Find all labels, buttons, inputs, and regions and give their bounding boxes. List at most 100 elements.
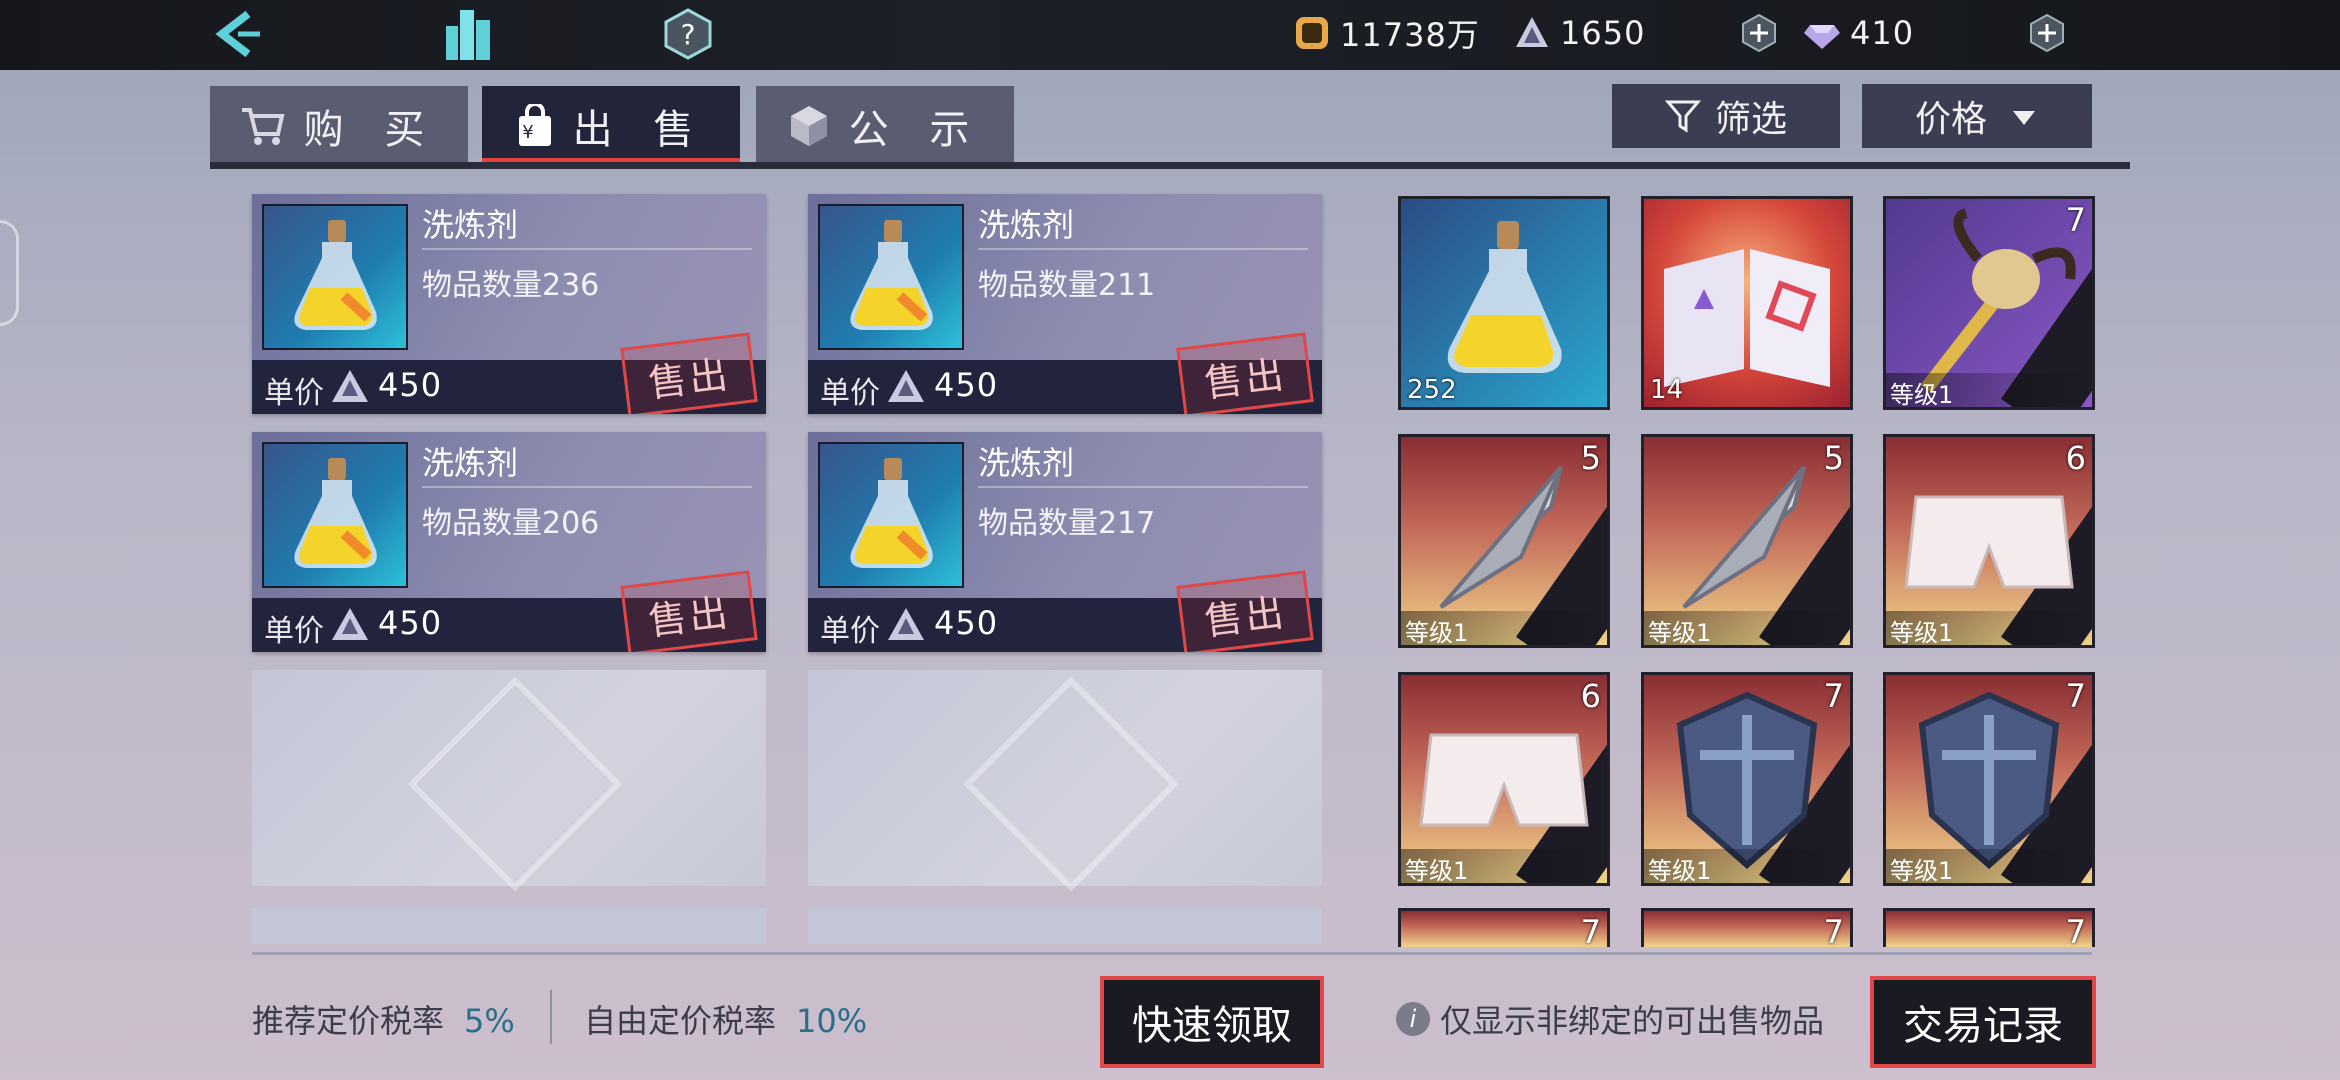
inventory-item[interactable]: 6 等级1 <box>1398 672 1610 886</box>
inventory-item[interactable]: 14 <box>1641 196 1853 410</box>
item-name: 洗炼剂 <box>422 206 519 244</box>
name-divider <box>978 486 1308 488</box>
inventory-item[interactable]: 5 等级1 <box>1641 434 1853 648</box>
star-rank: 7 <box>1823 677 1844 715</box>
inventory-item[interactable]: 7 等级1 <box>1883 196 2095 410</box>
inventory-item[interactable]: 7 <box>1641 908 1853 947</box>
item-count: 14 <box>1650 375 1684 405</box>
potion-icon <box>818 442 964 588</box>
inventory-item[interactable]: 7 <box>1883 908 2095 947</box>
crystal-icon <box>332 370 368 402</box>
item-level: 等级1 <box>1648 857 1712 885</box>
listing-card[interactable]: 洗炼剂 物品数量236 单价 450 售出 <box>252 194 766 414</box>
empty-slot[interactable] <box>252 670 766 892</box>
sold-button[interactable]: 售出 <box>620 332 758 414</box>
name-divider <box>422 248 752 250</box>
star-rank: 6 <box>1580 677 1601 715</box>
add-crystal-button[interactable] <box>1740 13 1778 53</box>
level-bar: 等级1 <box>1886 849 2092 883</box>
item-quantity: 物品数量206 <box>422 506 600 541</box>
listing-card[interactable]: 洗炼剂物品数量206 单价 450 售出 <box>252 432 766 652</box>
sort-down-icon <box>2013 111 2035 125</box>
tab-divider <box>210 162 2130 169</box>
gold-coin-icon <box>1296 17 1328 49</box>
add-diamond-button[interactable] <box>2028 13 2066 53</box>
star-rank: 7 <box>2065 913 2086 947</box>
top-bar: ? 11738万 1650 410 <box>0 0 2340 70</box>
item-level: 等级1 <box>1890 857 1954 885</box>
recommend-tax-value: 5% <box>464 1002 515 1040</box>
potion-icon <box>262 204 408 350</box>
tab-buy[interactable]: 购 买 <box>210 86 468 166</box>
side-handle[interactable] <box>0 220 19 326</box>
city-icon[interactable] <box>438 6 498 62</box>
tab-buy-label: 购 买 <box>303 107 439 153</box>
star-rank: 7 <box>1823 913 1844 947</box>
star-rank: 7 <box>2065 201 2086 239</box>
shopping-bag-icon: ¥ <box>518 104 551 146</box>
item-quantity: 物品数量211 <box>978 268 1156 303</box>
diamond-icon <box>1804 25 1840 49</box>
filter-button[interactable]: 筛选 <box>1612 84 1840 148</box>
item-name: 洗炼剂 <box>422 444 519 482</box>
item-quantity: 物品数量236 <box>422 268 600 303</box>
item-level: 等级1 <box>1890 619 1954 647</box>
quick-collect-button[interactable]: 快速领取 <box>1100 976 1324 1068</box>
slot-logo-icon <box>407 676 623 892</box>
star-rank: 6 <box>2065 439 2086 477</box>
sold-button[interactable]: 售出 <box>1176 332 1314 414</box>
star-rank: 5 <box>1580 439 1601 477</box>
item-level: 等级1 <box>1405 857 1469 885</box>
item-level: 等级1 <box>1890 381 1954 409</box>
unit-price: 450 <box>934 366 999 404</box>
price-sort-button[interactable]: 价格 <box>1862 84 2092 148</box>
svg-text:¥: ¥ <box>522 122 547 143</box>
recommend-tax-label: 推荐定价税率 <box>252 1002 445 1040</box>
diamond-currency: 410 <box>1802 10 1914 56</box>
free-tax: 自由定价税率 10% <box>584 996 867 1042</box>
inventory-item[interactable]: 5 等级1 <box>1398 434 1610 648</box>
sold-button[interactable]: 售出 <box>620 570 758 652</box>
inventory-item[interactable]: 7 <box>1398 908 1610 947</box>
listing-card[interactable]: 洗炼剂 物品数量211 单价 450 售出 <box>808 194 1322 414</box>
trade-records-button[interactable]: 交易记录 <box>1870 976 2096 1068</box>
crystal-currency: 1650 <box>1512 10 1645 56</box>
unit-price-label: 单价 <box>264 614 324 649</box>
listing-card[interactable]: 洗炼剂 物品数量217 单价 450 售出 <box>808 432 1322 652</box>
tab-notice[interactable]: 公 示 <box>756 86 1014 166</box>
crystal-icon <box>888 370 924 402</box>
tax-divider <box>550 990 552 1044</box>
star-rank: 7 <box>1580 913 1601 947</box>
inventory-item[interactable]: 7 等级1 <box>1641 672 1853 886</box>
help-icon[interactable]: ? <box>662 8 714 60</box>
back-icon[interactable] <box>208 8 268 60</box>
level-bar: 等级1 <box>1886 611 2092 645</box>
item-level: 等级1 <box>1648 619 1712 647</box>
empty-slot[interactable] <box>808 908 1322 944</box>
inventory-item[interactable]: 7 等级1 <box>1883 672 2095 886</box>
inventory-item[interactable]: 252 <box>1398 196 1610 410</box>
inventory-item[interactable]: 6 等级1 <box>1883 434 2095 648</box>
unit-price-label: 单价 <box>820 614 880 649</box>
crystal-icon <box>1516 17 1548 47</box>
empty-slot[interactable] <box>808 670 1322 892</box>
crystal-icon <box>888 608 924 640</box>
recommend-tax: 推荐定价税率 5% <box>252 996 515 1042</box>
tab-sell-label: 出 售 <box>572 107 708 153</box>
filter-label: 筛选 <box>1714 99 1787 140</box>
name-divider <box>422 486 752 488</box>
info-note-text: 仅显示非绑定的可出售物品 <box>1440 1002 1825 1040</box>
star-rank: 7 <box>2065 677 2086 715</box>
filter-icon <box>1664 100 1701 133</box>
info-icon: i <box>1396 1002 1430 1036</box>
empty-slot[interactable] <box>252 908 766 944</box>
name-divider <box>978 248 1308 250</box>
level-bar: 等级1 <box>1644 611 1850 645</box>
footer-divider <box>252 952 2092 955</box>
item-quantity: 物品数量217 <box>978 506 1156 541</box>
unit-price: 450 <box>378 604 443 642</box>
cart-icon <box>241 108 285 145</box>
price-label: 价格 <box>1914 99 1987 140</box>
tab-sell[interactable]: ¥ 出 售 <box>482 86 740 166</box>
sold-button[interactable]: 售出 <box>1176 570 1314 652</box>
